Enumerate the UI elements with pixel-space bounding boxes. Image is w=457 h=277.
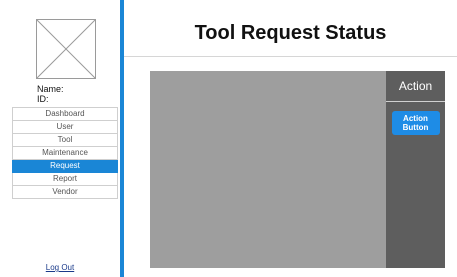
image-placeholder-icon — [37, 20, 95, 78]
sidebar-item-maintenance[interactable]: Maintenance — [12, 147, 118, 160]
id-label: ID: — [37, 94, 49, 104]
page-title: Tool Request Status — [194, 22, 387, 44]
action-panel: Action Action Button — [386, 71, 445, 268]
action-button[interactable]: Action Button — [391, 111, 440, 135]
user-meta: Name: ID: — [37, 84, 64, 104]
sidebar-item-dashboard[interactable]: Dashboard — [12, 107, 118, 121]
sidebar-item-user[interactable]: User — [12, 121, 118, 134]
name-label: Name: — [37, 84, 64, 94]
sidebar-item-vendor[interactable]: Vendor — [12, 186, 118, 199]
sidebar-nav: Dashboard User Tool Maintenance Request … — [12, 107, 118, 199]
avatar-placeholder — [36, 19, 96, 79]
logout-link[interactable]: Log Out — [0, 263, 120, 272]
sidebar-item-report[interactable]: Report — [12, 173, 118, 186]
sidebar-item-tool[interactable]: Tool — [12, 134, 118, 147]
action-panel-title: Action — [386, 71, 445, 102]
page-header: Tool Request Status — [124, 0, 457, 57]
sidebar-item-request[interactable]: Request — [12, 160, 118, 173]
sidebar: Name: ID: Dashboard User Tool Maintenanc… — [0, 0, 120, 277]
